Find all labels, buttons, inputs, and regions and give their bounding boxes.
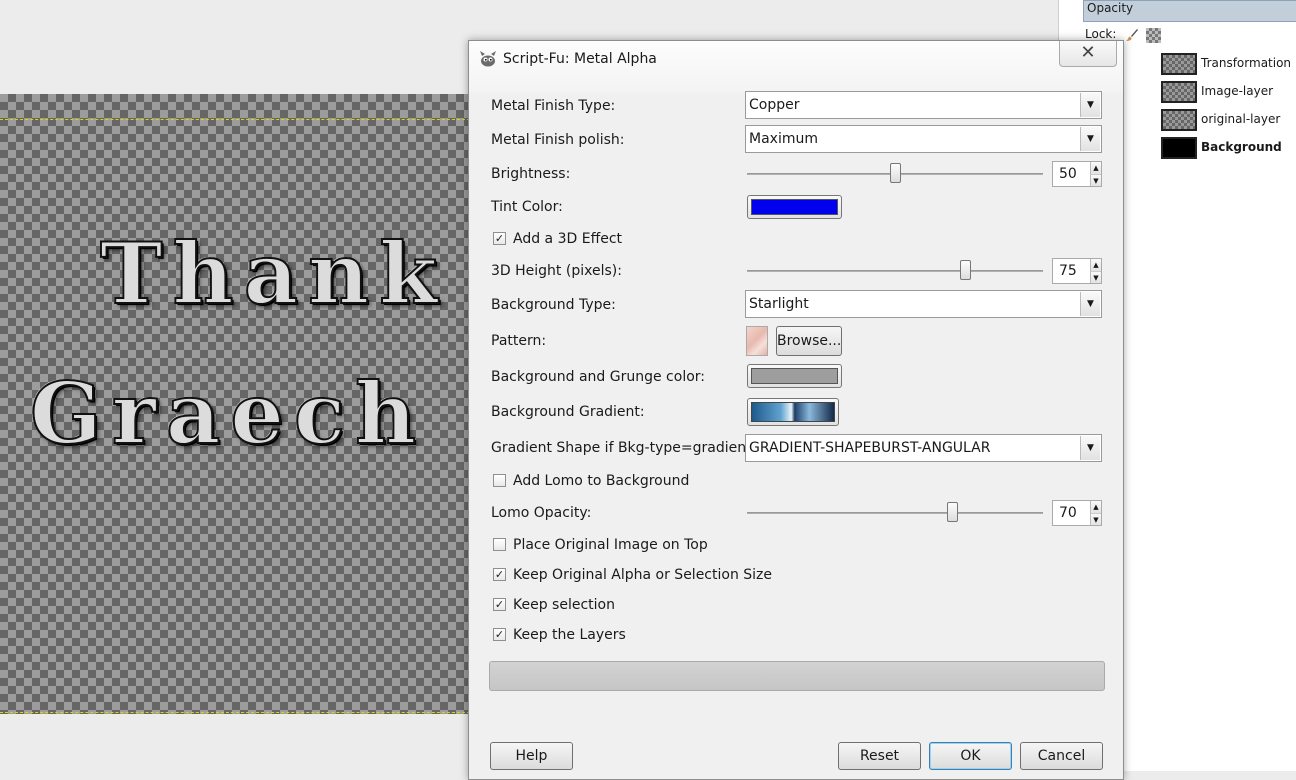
combo-value: GRADIENT-SHAPEBURST-ANGULAR [749,440,991,456]
combo-value: Copper [749,97,800,113]
layer-thumbnail [1161,53,1197,75]
metal-finish-polish-label: Metal Finish polish: [491,132,625,148]
tint-color-label: Tint Color: [491,199,563,215]
help-button[interactable]: Help [490,742,573,770]
gradient-preview [751,402,835,422]
spin-down-icon[interactable]: ▼ [1090,271,1101,283]
spin-value: 75 [1059,263,1077,279]
chevron-down-icon: ▼ [1080,292,1100,316]
lock-pixels-brush-icon[interactable] [1125,28,1139,42]
combo-value: Maximum [749,131,818,147]
lomo-opacity-spinbox[interactable]: 70 ▲ ▼ [1052,500,1102,526]
tint-color-swatch [751,199,838,215]
3d-height-spinbox[interactable]: 75 ▲ ▼ [1052,258,1102,284]
ok-button[interactable]: OK [929,742,1012,770]
chevron-down-icon: ▼ [1080,127,1100,151]
grunge-color-label: Background and Grunge color: [491,369,706,385]
keep-alpha-checkbox[interactable]: ✓ [493,568,506,581]
pattern-label: Pattern: [491,333,547,349]
lomo-opacity-slider-handle[interactable] [947,502,958,522]
spin-down-icon[interactable]: ▼ [1090,513,1101,525]
place-original-checkbox[interactable] [493,538,506,551]
progress-bar [489,661,1105,691]
brightness-slider-handle[interactable] [890,163,901,183]
tint-color-button[interactable] [747,195,842,219]
pattern-preview[interactable] [746,326,768,356]
dialog-title: Script-Fu: Metal Alpha [503,51,657,67]
lomo-opacity-label: Lomo Opacity: [491,505,592,521]
background-type-combo[interactable]: Starlight ▼ [745,290,1102,318]
brightness-spinbox[interactable]: 50 ▲ ▼ [1052,161,1102,187]
keep-layers-label: Keep the Layers [513,627,626,643]
spin-value: 50 [1059,166,1077,182]
add-lomo-checkbox[interactable] [493,474,506,487]
keep-layers-checkbox[interactable]: ✓ [493,628,506,641]
layer-name: original-layer [1201,112,1281,126]
chevron-down-icon: ▼ [1080,436,1100,460]
3d-height-slider[interactable] [747,270,1043,272]
lock-alpha-icon[interactable] [1146,28,1161,43]
chevron-down-icon: ▼ [1080,93,1100,117]
pattern-browse-button[interactable]: Browse... [776,326,842,356]
keep-selection-checkbox[interactable]: ✓ [493,598,506,611]
layer-name: Background [1201,140,1282,154]
opacity-label: Opacity [1087,1,1134,15]
grunge-color-button[interactable] [747,364,842,388]
background-gradient-label: Background Gradient: [491,404,645,420]
lomo-opacity-slider[interactable] [747,512,1043,514]
spin-down-icon[interactable]: ▼ [1090,174,1101,186]
opacity-slider[interactable]: Opacity [1083,0,1296,22]
layer-name: Transformation [1201,56,1292,70]
combo-value: Starlight [749,296,809,312]
spin-up-icon[interactable]: ▲ [1090,501,1101,513]
image-canvas[interactable]: Thank Graech [0,94,470,714]
close-icon: ✕ [1080,42,1096,63]
metal-text-line-1: Thank [99,223,448,324]
layer-thumbnail [1161,81,1197,103]
keep-selection-label: Keep selection [513,597,615,613]
spin-up-icon[interactable]: ▲ [1090,259,1101,271]
layer-name: Image-layer [1201,84,1274,98]
close-button[interactable]: ✕ [1059,41,1117,67]
layer-thumbnail [1161,109,1197,131]
dialog-titlebar[interactable]: Script-Fu: Metal Alpha ✕ [469,41,1123,93]
background-type-label: Background Type: [491,297,616,313]
background-gradient-button[interactable] [747,398,839,426]
metal-finish-polish-combo[interactable]: Maximum ▼ [745,125,1102,153]
add-3d-effect-label: Add a 3D Effect [513,231,623,247]
layer-thumbnail [1161,137,1197,159]
keep-alpha-label: Keep Original Alpha or Selection Size [513,567,773,583]
brightness-label: Brightness: [491,166,571,182]
gimp-wilber-icon [480,51,496,67]
3d-height-slider-handle[interactable] [960,260,971,280]
spin-value: 70 [1059,505,1077,521]
cancel-button[interactable]: Cancel [1020,742,1103,770]
script-fu-dialog: Script-Fu: Metal Alpha ✕ Metal Finish Ty… [468,40,1124,780]
grunge-color-swatch [751,368,838,384]
place-original-label: Place Original Image on Top [513,537,708,553]
lock-label: Lock: [1085,27,1117,41]
metal-finish-type-combo[interactable]: Copper ▼ [745,91,1102,119]
selection-top-edge [0,119,470,120]
metal-text-line-2: Graech [29,363,427,464]
add-lomo-label: Add Lomo to Background [513,473,690,489]
add-3d-effect-checkbox[interactable]: ✓ [493,232,506,245]
metal-finish-type-label: Metal Finish Type: [491,98,616,114]
selection-bottom-edge [0,712,470,713]
3d-height-label: 3D Height (pixels): [491,263,622,279]
spin-up-icon[interactable]: ▲ [1090,162,1101,174]
reset-button[interactable]: Reset [838,742,921,770]
gradient-shape-label: Gradient Shape if Bkg-type=gradient: [491,440,757,456]
gradient-shape-combo[interactable]: GRADIENT-SHAPEBURST-ANGULAR ▼ [745,434,1102,462]
